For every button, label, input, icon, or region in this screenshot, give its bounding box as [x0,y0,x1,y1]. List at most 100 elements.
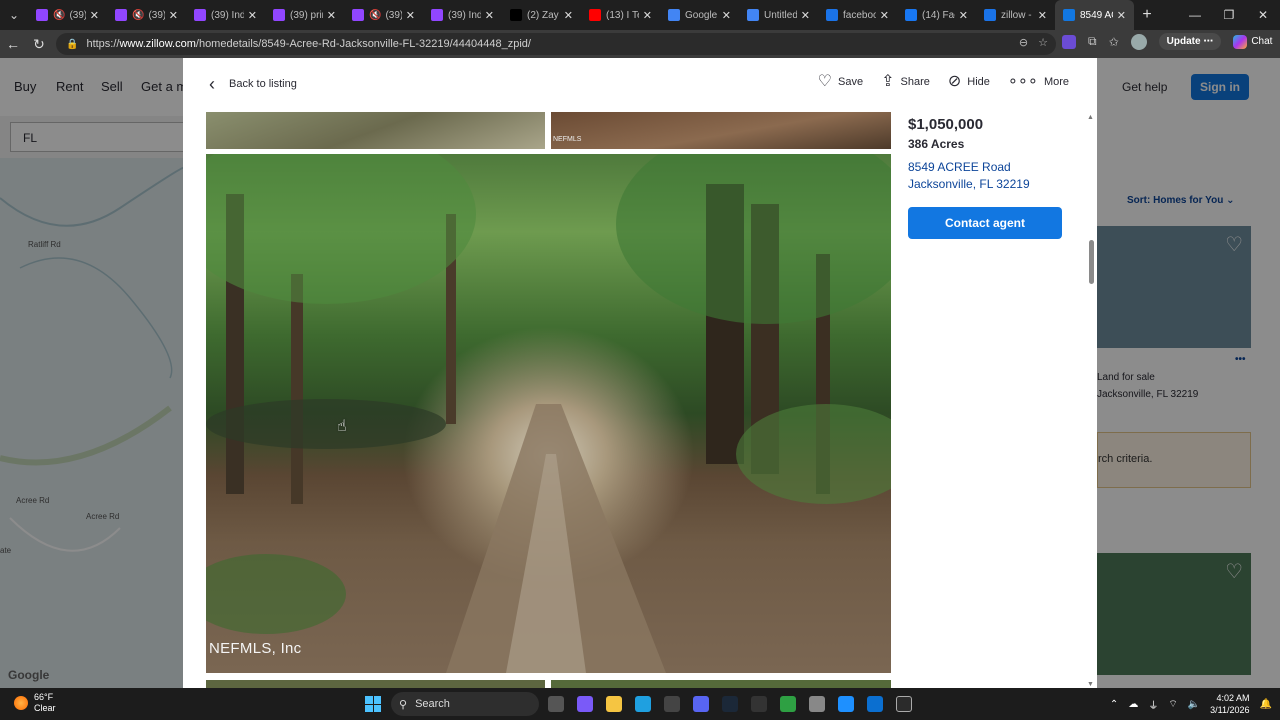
tab-title: (2) Zay C [527,9,560,21]
close-tab-icon[interactable]: ✕ [880,9,889,22]
profile-avatar[interactable] [1130,33,1147,50]
extension-icon[interactable] [1062,34,1076,49]
browser-tab[interactable]: (14) Face ✕ [897,0,976,30]
tab-actions-menu-icon[interactable]: ⌄ [0,0,28,30]
edge-icon[interactable] [635,696,651,712]
mute-icon[interactable]: 🔇 [132,10,144,21]
close-window-icon[interactable]: ✕ [1246,0,1280,30]
browser-tab[interactable]: Google D ✕ [660,0,739,30]
scroll-down-icon[interactable]: ▼ [1087,681,1094,688]
onedrive-icon[interactable]: ☁ [1128,699,1138,710]
close-tab-icon[interactable]: ✕ [169,9,178,22]
help-icon[interactable] [867,696,883,712]
more-button[interactable]: ∘∘∘ More [1008,74,1069,90]
file-explorer-icon[interactable] [606,696,622,712]
clock[interactable]: 4:02 AM 3/11/2026 [1210,692,1249,716]
restore-icon[interactable]: ❐ [1212,0,1246,30]
close-tab-icon[interactable]: ✕ [564,9,573,22]
browser-tab[interactable]: faceboo ✕ [818,0,897,30]
mute-icon[interactable]: 🔇 [369,10,381,21]
tab-favicon-icon [431,9,443,21]
browser-tab[interactable]: (2) Zay C ✕ [502,0,581,30]
weather-widget[interactable]: 66°F Clear [14,692,56,714]
hand-cursor-icon: ☝ [337,418,347,435]
browser-tab[interactable]: Untitled ✕ [739,0,818,30]
modal-scrollbar[interactable]: ▲ ▼ [1087,112,1095,688]
browser-tab[interactable]: 🔇 (39) I ✕ [107,0,186,30]
main-photo[interactable]: NEFMLS, Inc [206,154,891,673]
date: 3/11/2026 [1210,705,1250,715]
scroll-up-icon[interactable]: ▲ [1087,114,1094,121]
address-bar[interactable]: 🔒 https://www.zillow.com/homedetails/854… [56,33,1056,55]
photo-gallery[interactable]: NEFMLS NEFMLS, Inc [206,112,891,688]
read-aloud-icon[interactable]: ⊖ [1019,36,1028,49]
mic-icon[interactable]: ⏚ [1148,697,1158,712]
settings-icon[interactable] [809,696,825,712]
app-icon[interactable] [838,696,854,712]
update-button[interactable]: Update ⋯ [1158,33,1222,50]
trail-photo[interactable]: NEFMLS [551,112,891,149]
start-icon[interactable] [365,696,381,712]
url-prefix: https:// [86,38,120,50]
listing-actions: ♡ Save ⇪ Share ⊘ Hide ∘∘∘ More [818,74,1069,90]
chatgpt-icon[interactable] [751,696,767,712]
tab-title: (39) I [69,9,86,21]
close-tab-icon[interactable]: ✕ [722,9,731,22]
close-tab-icon[interactable]: ✕ [1117,9,1126,22]
browser-tab[interactable]: (39) prin ✕ [265,0,344,30]
listing-address[interactable]: 8549 ACREE Road Jacksonville, FL 32219 [908,159,1088,193]
chevron-up-icon[interactable]: ⌃ [1110,699,1118,710]
photo-thumbnail[interactable] [551,680,891,688]
notification-icon[interactable]: 🔔 [1260,699,1272,710]
store-icon[interactable] [664,696,680,712]
weather-icon [14,696,28,710]
close-tab-icon[interactable]: ✕ [1038,9,1047,22]
favorites-icon[interactable]: ✩ [1109,35,1119,49]
close-tab-icon[interactable]: ✕ [327,9,336,22]
close-tab-icon[interactable]: ✕ [643,9,652,22]
wifi-icon[interactable]: ⌔ [1168,698,1177,711]
aerial-photo[interactable] [206,112,545,149]
close-tab-icon[interactable]: ✕ [406,9,415,22]
task-view-icon[interactable] [548,696,564,712]
browser-tab[interactable]: (39) Indi ✕ [423,0,502,30]
tab-title: (39) I [148,9,165,21]
browser-tab[interactable]: (39) Indi ✕ [186,0,265,30]
copilot-chat-button[interactable]: Chat [1233,34,1272,49]
mute-icon[interactable]: 🔇 [53,10,65,21]
new-tab-button[interactable]: + [1134,6,1160,24]
scrollbar-thumb[interactable] [1089,240,1094,284]
photo-thumbnail[interactable] [206,680,545,688]
browser-tab[interactable]: 🔇 (39) I ✕ [344,0,423,30]
save-button[interactable]: ♡ Save [818,74,863,90]
close-tab-icon[interactable]: ✕ [248,9,257,22]
photo-row: NEFMLS [206,112,891,149]
copilot-app-icon[interactable] [577,696,593,712]
volume-icon[interactable]: 🔈 [1188,699,1200,710]
back-to-listing-button[interactable]: ‹ Back to listing [209,75,297,93]
close-tab-icon[interactable]: ✕ [801,9,810,22]
epic-games-icon[interactable] [896,696,912,712]
tab-favicon-icon [826,9,838,21]
close-tab-icon[interactable]: ✕ [90,9,99,22]
taskbar-search[interactable]: ⚲ Search [391,692,539,716]
minimize-icon[interactable]: — [1178,0,1212,30]
app-icon[interactable] [780,696,796,712]
browser-tab[interactable]: (13) I Tes ✕ [581,0,660,30]
share-button[interactable]: ⇪ Share [881,74,930,90]
extensions-puzzle-icon[interactable]: ⧉ [1088,34,1097,49]
reload-icon[interactable]: ↻ [26,36,52,53]
back-icon[interactable]: ← [0,36,26,52]
browser-tab[interactable]: 🔇 (39) I ✕ [28,0,107,30]
tab-title: (39) prin [290,9,323,21]
discord-icon[interactable] [693,696,709,712]
close-tab-icon[interactable]: ✕ [959,9,968,22]
browser-tab[interactable]: 8549 ACI ✕ [1055,0,1134,30]
hide-button[interactable]: ⊘ Hide [948,74,990,90]
steam-icon[interactable] [722,696,738,712]
favorite-star-icon[interactable]: ☆ [1038,36,1048,49]
close-tab-icon[interactable]: ✕ [485,9,494,22]
contact-agent-button[interactable]: Contact agent [908,207,1062,239]
tab-favicon-icon [273,9,285,21]
browser-tab[interactable]: zillow - S ✕ [976,0,1055,30]
